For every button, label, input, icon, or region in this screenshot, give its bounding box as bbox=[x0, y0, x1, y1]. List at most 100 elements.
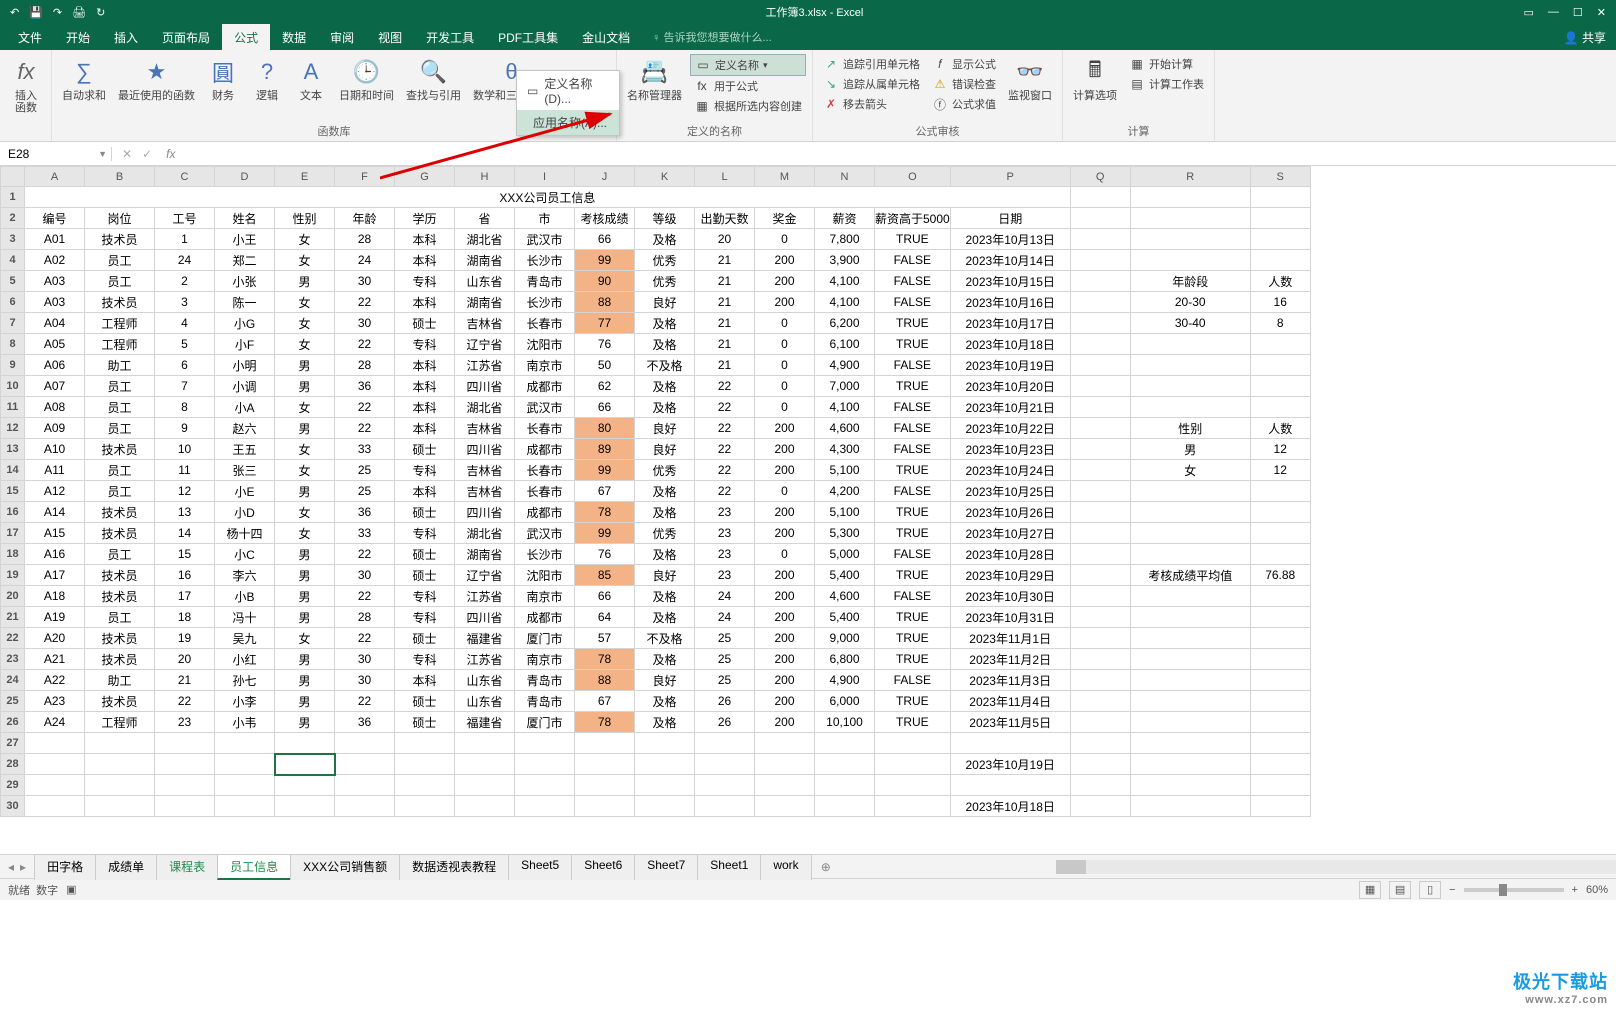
cell-J27[interactable] bbox=[575, 733, 635, 754]
tab-插入[interactable]: 插入 bbox=[102, 24, 150, 51]
cell-Q25[interactable] bbox=[1070, 691, 1130, 712]
cell-L3[interactable]: 20 bbox=[695, 229, 755, 250]
qat-redo[interactable]: ↷ bbox=[53, 6, 62, 19]
cell-J10[interactable]: 62 bbox=[575, 376, 635, 397]
cell-F17[interactable]: 33 bbox=[335, 523, 395, 544]
cell-I13[interactable]: 成都市 bbox=[515, 439, 575, 460]
cell-G27[interactable] bbox=[395, 733, 455, 754]
tab-公式[interactable]: 公式 bbox=[222, 24, 270, 51]
col-header-G[interactable]: G bbox=[395, 167, 455, 187]
trace-precedents-button[interactable]: ↗追踪引用单元格 bbox=[819, 54, 924, 74]
date-time-button[interactable]: 🕒日期和时间 bbox=[335, 54, 398, 104]
calc-options-button[interactable]: 🖩计算选项 bbox=[1069, 54, 1121, 104]
cell-R19[interactable]: 考核成绩平均值 bbox=[1130, 565, 1250, 586]
cell-L13[interactable]: 22 bbox=[695, 439, 755, 460]
cell-M30[interactable] bbox=[755, 796, 815, 817]
cell-C8[interactable]: 5 bbox=[155, 334, 215, 355]
cell-H23[interactable]: 江苏省 bbox=[455, 649, 515, 670]
col-header-R[interactable]: R bbox=[1130, 167, 1250, 187]
cell-K28[interactable] bbox=[635, 754, 695, 775]
sheet-tab-Sheet1[interactable]: Sheet1 bbox=[697, 854, 761, 880]
cell-Q15[interactable] bbox=[1070, 481, 1130, 502]
cell-P7[interactable]: 2023年10月17日 bbox=[950, 313, 1070, 334]
cell-N5[interactable]: 4,100 bbox=[815, 271, 875, 292]
row-header-5[interactable]: 5 bbox=[1, 271, 25, 292]
col-header-J[interactable]: J bbox=[575, 167, 635, 187]
tab-金山文档[interactable]: 金山文档 bbox=[570, 24, 642, 51]
sheet-tab-课程表[interactable]: 课程表 bbox=[156, 854, 218, 880]
cell-Q6[interactable] bbox=[1070, 292, 1130, 313]
autosum-button[interactable]: ∑自动求和 bbox=[58, 54, 110, 104]
cell-F16[interactable]: 36 bbox=[335, 502, 395, 523]
cell-K26[interactable]: 及格 bbox=[635, 712, 695, 733]
cell-L5[interactable]: 21 bbox=[695, 271, 755, 292]
cell-K6[interactable]: 良好 bbox=[635, 292, 695, 313]
cell-M26[interactable]: 200 bbox=[755, 712, 815, 733]
cell-A4[interactable]: A02 bbox=[25, 250, 85, 271]
cell-C20[interactable]: 17 bbox=[155, 586, 215, 607]
cell-A9[interactable]: A06 bbox=[25, 355, 85, 376]
cell-B22[interactable]: 技术员 bbox=[85, 628, 155, 649]
cell-K29[interactable] bbox=[635, 775, 695, 796]
cell-Q11[interactable] bbox=[1070, 397, 1130, 418]
cell-Q17[interactable] bbox=[1070, 523, 1130, 544]
cancel-icon[interactable]: ✕ bbox=[122, 147, 132, 161]
cell-H15[interactable]: 吉林省 bbox=[455, 481, 515, 502]
cell-Q8[interactable] bbox=[1070, 334, 1130, 355]
cell-Q26[interactable] bbox=[1070, 712, 1130, 733]
cell-A13[interactable]: A10 bbox=[25, 439, 85, 460]
cell-O24[interactable]: FALSE bbox=[875, 670, 951, 691]
cell-F9[interactable]: 28 bbox=[335, 355, 395, 376]
chevron-down-icon[interactable]: ▼ bbox=[98, 149, 107, 159]
cell-N23[interactable]: 6,800 bbox=[815, 649, 875, 670]
cell-S4[interactable] bbox=[1250, 250, 1310, 271]
cell-Q18[interactable] bbox=[1070, 544, 1130, 565]
cell-N26[interactable]: 10,100 bbox=[815, 712, 875, 733]
cell-F6[interactable]: 22 bbox=[335, 292, 395, 313]
cell-I21[interactable]: 成都市 bbox=[515, 607, 575, 628]
cell-J25[interactable]: 67 bbox=[575, 691, 635, 712]
sheet-tab-Sheet5[interactable]: Sheet5 bbox=[508, 854, 572, 880]
cell-B29[interactable] bbox=[85, 775, 155, 796]
cell-C17[interactable]: 14 bbox=[155, 523, 215, 544]
cell-P23[interactable]: 2023年11月2日 bbox=[950, 649, 1070, 670]
lookup-button[interactable]: 🔍查找与引用 bbox=[402, 54, 465, 104]
cell-M6[interactable]: 200 bbox=[755, 292, 815, 313]
cell-G24[interactable]: 本科 bbox=[395, 670, 455, 691]
cell-A23[interactable]: A21 bbox=[25, 649, 85, 670]
cell-G23[interactable]: 专科 bbox=[395, 649, 455, 670]
share-button[interactable]: 👤 共享 bbox=[1564, 29, 1606, 46]
spreadsheet-grid[interactable]: ABCDEFGHIJKLMNOPQRS1XXX公司员工信息2编号岗位工号姓名性别… bbox=[0, 166, 1616, 854]
cell-L6[interactable]: 21 bbox=[695, 292, 755, 313]
cell-N27[interactable] bbox=[815, 733, 875, 754]
cell-E11[interactable]: 女 bbox=[275, 397, 335, 418]
cell-P4[interactable]: 2023年10月14日 bbox=[950, 250, 1070, 271]
cell-N13[interactable]: 4,300 bbox=[815, 439, 875, 460]
cell-S29[interactable] bbox=[1250, 775, 1310, 796]
cell-N3[interactable]: 7,800 bbox=[815, 229, 875, 250]
cell-M3[interactable]: 0 bbox=[755, 229, 815, 250]
cell-S22[interactable] bbox=[1250, 628, 1310, 649]
cell-P21[interactable]: 2023年10月31日 bbox=[950, 607, 1070, 628]
row-header-2[interactable]: 2 bbox=[1, 208, 25, 229]
evaluate-formula-button[interactable]: ⓕ公式求值 bbox=[928, 94, 1000, 114]
watch-window-button[interactable]: 👓监视窗口 bbox=[1004, 54, 1056, 104]
minimize-icon[interactable]: — bbox=[1548, 6, 1559, 19]
cell-B6[interactable]: 技术员 bbox=[85, 292, 155, 313]
cell-B21[interactable]: 员工 bbox=[85, 607, 155, 628]
cell-A28[interactable] bbox=[25, 754, 85, 775]
cell-S18[interactable] bbox=[1250, 544, 1310, 565]
cell-I22[interactable]: 厦门市 bbox=[515, 628, 575, 649]
cell-M24[interactable]: 200 bbox=[755, 670, 815, 691]
cell-J16[interactable]: 78 bbox=[575, 502, 635, 523]
cell-O30[interactable] bbox=[875, 796, 951, 817]
cell-C6[interactable]: 3 bbox=[155, 292, 215, 313]
cell-C3[interactable]: 1 bbox=[155, 229, 215, 250]
cell-M15[interactable]: 0 bbox=[755, 481, 815, 502]
cell-H12[interactable]: 吉林省 bbox=[455, 418, 515, 439]
nav-last-icon[interactable]: ▸ bbox=[20, 860, 26, 874]
trace-dependents-button[interactable]: ↘追踪从属单元格 bbox=[819, 74, 924, 94]
cell-H19[interactable]: 辽宁省 bbox=[455, 565, 515, 586]
cell-E30[interactable] bbox=[275, 796, 335, 817]
cell-E22[interactable]: 女 bbox=[275, 628, 335, 649]
